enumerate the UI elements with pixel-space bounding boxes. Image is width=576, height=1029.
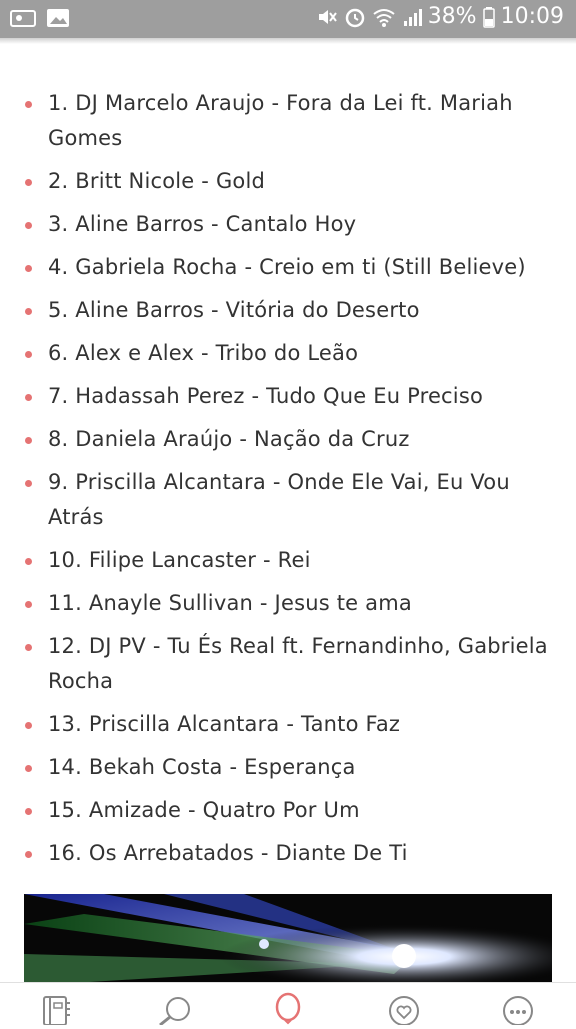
list-item: 8. Daniela Araújo - Nação da Cruz [0, 422, 576, 457]
bullet-icon [25, 851, 32, 858]
concert-photo [24, 894, 552, 986]
heart-chat-icon [389, 996, 419, 1026]
status-bar-shadow [0, 38, 576, 44]
list-item: 5. Aline Barros - Vitória do Deserto [0, 293, 576, 328]
bullet-icon [25, 601, 32, 608]
bullet-icon [25, 101, 32, 108]
bullet-icon [25, 265, 32, 272]
song-title: 2. Britt Nicole - Gold [48, 169, 266, 193]
song-title: 8. Daniela Araújo - Nação da Cruz [48, 427, 410, 451]
battery-icon [482, 6, 495, 28]
list-item: 6. Alex e Alex - Tribo do Leão [0, 336, 576, 371]
image-notification-icon [10, 8, 36, 32]
list-item: 14. Bekah Costa - Esperança [0, 750, 576, 785]
bullet-icon [25, 765, 32, 772]
bullet-icon [25, 179, 32, 186]
bullet-icon [25, 558, 32, 565]
stage-lights-image [24, 894, 552, 986]
list-item: 9. Priscilla Alcantara - Onde Ele Vai, E… [0, 465, 576, 535]
song-title: 11. Anayle Sullivan - Jesus te ama [48, 591, 412, 615]
nav-notebook[interactable] [34, 989, 82, 1026]
song-title: 5. Aline Barros - Vitória do Deserto [48, 298, 420, 322]
bullet-icon [25, 808, 32, 815]
bullet-icon [25, 480, 32, 487]
nav-favorites[interactable] [380, 989, 428, 1026]
list-item: 3. Aline Barros - Cantalo Hoy [0, 207, 576, 242]
wifi-icon [372, 6, 396, 28]
song-title: 14. Bekah Costa - Esperança [48, 755, 356, 779]
status-bar: 38% 10:09 [0, 0, 576, 38]
song-title: 4. Gabriela Rocha - Creio em ti (Still B… [48, 255, 526, 279]
song-title: 12. DJ PV - Tu És Real ft. Fernandinho, … [48, 634, 548, 693]
nav-more[interactable] [494, 989, 542, 1026]
nav-balloon[interactable] [264, 989, 312, 1025]
list-item: 11. Anayle Sullivan - Jesus te ama [0, 586, 576, 621]
bullet-icon [25, 394, 32, 401]
bullet-icon [25, 437, 32, 444]
bullet-icon [25, 308, 32, 315]
battery-percent: 38% [427, 4, 477, 29]
search-icon [159, 997, 190, 1027]
song-title: 9. Priscilla Alcantara - Onde Ele Vai, E… [48, 470, 510, 529]
song-title: 3. Aline Barros - Cantalo Hoy [48, 212, 357, 236]
song-title: 7. Hadassah Perez - Tudo Que Eu Preciso [48, 384, 484, 408]
song-title: 13. Priscilla Alcantara - Tanto Faz [48, 712, 401, 736]
gallery-notification-icon [46, 8, 70, 32]
list-item: 2. Britt Nicole - Gold [0, 164, 576, 199]
balloon-icon [275, 992, 301, 1025]
bullet-icon [25, 722, 32, 729]
song-title: 15. Amizade - Quatro Por Um [48, 798, 360, 822]
list-item: 1. DJ Marcelo Araujo - Fora da Lei ft. M… [0, 86, 576, 156]
more-icon [503, 996, 533, 1026]
mute-icon [316, 6, 338, 28]
list-item: 7. Hadassah Perez - Tudo Que Eu Preciso [0, 379, 576, 414]
nav-search[interactable] [150, 989, 198, 1027]
bullet-icon [25, 644, 32, 651]
list-item: 12. DJ PV - Tu És Real ft. Fernandinho, … [0, 629, 576, 699]
song-title: 6. Alex e Alex - Tribo do Leão [48, 341, 359, 365]
bullet-icon [25, 351, 32, 358]
signal-icon [402, 6, 422, 28]
list-item: 4. Gabriela Rocha - Creio em ti (Still B… [0, 250, 576, 285]
list-item: 16. Os Arrebatados - Diante De Ti [0, 836, 576, 871]
list-item: 10. Filipe Lancaster - Rei [0, 543, 576, 578]
clock-time: 10:09 [500, 4, 564, 29]
alarm-icon [344, 6, 366, 28]
song-title: 1. DJ Marcelo Araujo - Fora da Lei ft. M… [48, 91, 513, 150]
song-title: 16. Os Arrebatados - Diante De Ti [48, 841, 408, 865]
song-title: 10. Filipe Lancaster - Rei [48, 548, 311, 572]
bullet-icon [25, 222, 32, 229]
list-item: 15. Amizade - Quatro Por Um [0, 793, 576, 828]
notebook-icon [43, 996, 70, 1026]
bottom-navigation [0, 982, 576, 1027]
list-item: 13. Priscilla Alcantara - Tanto Faz [0, 707, 576, 742]
song-list: 1. DJ Marcelo Araujo - Fora da Lei ft. M… [0, 86, 576, 879]
